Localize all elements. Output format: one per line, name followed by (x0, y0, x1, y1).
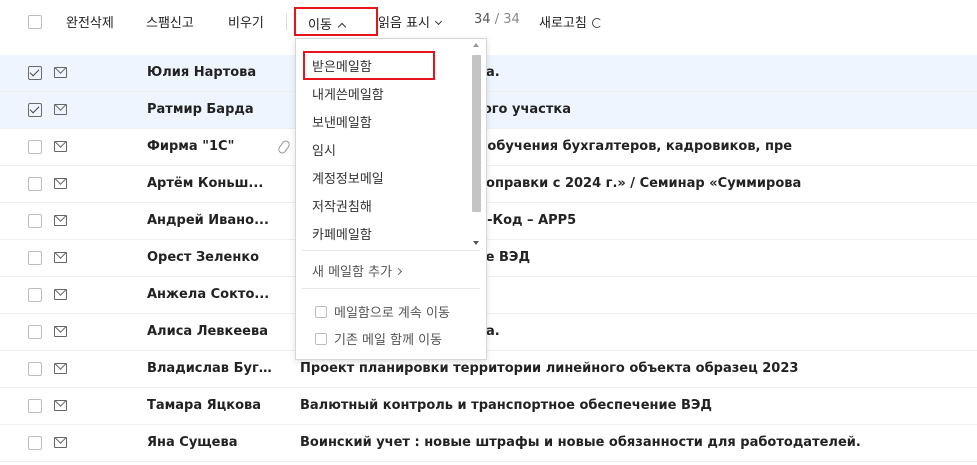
mail-sender[interactable]: Фирма "1С" (147, 139, 272, 154)
mail-checkbox[interactable] (28, 140, 42, 154)
mail-row[interactable]: Анжела Сокто......ления расходов и ОС. (0, 277, 977, 314)
continue-move-checkbox[interactable] (315, 306, 327, 318)
envelope-icon[interactable] (54, 104, 67, 115)
attachment-icon (276, 138, 292, 156)
mail-subject[interactable]: Воинский учет : новые штрафы и новые обя… (300, 435, 970, 450)
mail-sender[interactable]: Ратмир Барда (147, 102, 272, 117)
move-button[interactable]: 이동 (294, 7, 378, 36)
envelope-icon[interactable] (54, 400, 67, 411)
mail-count-separator: / (494, 12, 500, 27)
folder-item-cafe[interactable]: 카페메일함 (312, 224, 372, 243)
folder-item-inbox[interactable]: 받은메일함 (312, 56, 372, 75)
mail-count-total: 34 (503, 12, 520, 27)
mail-checkbox[interactable] (28, 251, 42, 265)
mark-read-label: 읽음 표시 (378, 16, 430, 31)
chevron-down-icon (434, 17, 443, 26)
scroll-up-arrow-icon[interactable] (473, 43, 479, 47)
option-continue-label: 메일함으로 계속 이동 (334, 306, 450, 321)
envelope-icon[interactable] (54, 252, 67, 263)
mail-row[interactable]: Артём Коньш... ...смотры. Ожидаемые попра… (0, 166, 977, 203)
scrollbar-thumb[interactable] (472, 55, 481, 212)
folder-item-copyright[interactable]: 저작권침해 (312, 196, 372, 215)
menu-divider (302, 250, 480, 251)
mail-sender[interactable]: Владислав Буг... (147, 361, 272, 376)
mail-sender[interactable]: Юлия Нартова (147, 65, 272, 80)
mail-sender[interactable]: Андрей Ивано... (147, 213, 272, 228)
folder-item-drafts[interactable]: 임시 (312, 140, 336, 159)
mail-subject[interactable]: Проект планировки территории линейного о… (300, 361, 970, 376)
mail-checkbox[interactable] (28, 103, 42, 117)
mail-checkbox[interactable] (28, 288, 42, 302)
refresh-icon (591, 18, 602, 28)
mail-sender[interactable]: Алиса Левкеева (147, 324, 272, 339)
option-move-existing[interactable]: 기존 메일 함께 이동 (315, 329, 442, 348)
mail-checkbox[interactable] (28, 362, 42, 376)
envelope-icon[interactable] (54, 178, 67, 189)
mail-subject[interactable]: Валютный контроль и транспортное обеспеч… (300, 398, 970, 413)
report-spam-button[interactable]: 스팸신고 (146, 12, 194, 31)
mail-row[interactable]: Владислав Буг... Проект планировки террит… (0, 351, 977, 388)
option-continue-move[interactable]: 메일함으로 계속 이동 (315, 302, 450, 321)
mail-count: 34 / 34 (474, 12, 520, 27)
menu-divider (302, 288, 480, 289)
folder-list: 받은메일함 내게쓴메일함 보낸메일함 임시 계정정보메일 저작권침해 카페메일함 (296, 39, 470, 247)
mail-row[interactable]: Тамара Яцкова Валютный контроль и транспо… (0, 388, 977, 425)
move-button-label: 이동 (308, 18, 332, 33)
envelope-icon[interactable] (54, 289, 67, 300)
chevron-up-icon (337, 22, 347, 32)
mail-row[interactable]: Яна Сущева Воинский учет : новые штрафы и… (0, 425, 977, 462)
envelope-icon[interactable] (54, 363, 67, 374)
mail-checkbox[interactable] (28, 66, 42, 80)
empty-button[interactable]: 비우기 (228, 12, 264, 31)
mail-sender[interactable]: Артём Коньш... (147, 176, 272, 191)
mail-sender[interactable]: Яна Сущева (147, 435, 272, 450)
chevron-right-icon (394, 267, 403, 276)
mail-sender[interactable]: Тамара Яцкова (147, 398, 272, 413)
toolbar-divider (286, 14, 287, 30)
envelope-icon[interactable] (54, 437, 67, 448)
mail-row[interactable]: Фирма "1С" ...ТЫ" для поддержки и обучени… (0, 129, 977, 166)
move-dropdown-menu: 받은메일함 내게쓴메일함 보낸메일함 임시 계정정보메일 저작권침해 카페메일함… (295, 38, 487, 360)
mail-checkbox[interactable] (28, 214, 42, 228)
select-all-checkbox[interactable] (28, 15, 42, 29)
envelope-icon[interactable] (54, 67, 67, 78)
folder-item-self-sent[interactable]: 내게쓴메일함 (312, 84, 384, 103)
mail-checkbox[interactable] (28, 177, 42, 191)
mail-row[interactable]: Юлия Нартова...брого мальчика Артема. (0, 55, 977, 92)
mail-sender[interactable]: Орест Зеленко (147, 250, 272, 265)
option-move-existing-label: 기존 메일 함께 이동 (334, 333, 443, 348)
delete-permanently-button[interactable]: 완전삭제 (66, 12, 114, 31)
refresh-button[interactable]: 새로고침 (539, 12, 602, 31)
scroll-down-arrow-icon[interactable] (473, 241, 479, 245)
toolbar: 완전삭제 스팸신고 비우기 이동 읽음 표시 34 / 34 새로고침 (0, 0, 977, 44)
mail-list: Юлия Нартова...брого мальчика Артема.Рат… (0, 55, 977, 462)
mail-row[interactable]: Орест Зеленко...нспортное обеспечение ВЭ… (0, 240, 977, 277)
mail-checkbox[interactable] (28, 399, 42, 413)
mail-row[interactable]: Алиса Левкеева...брого мальчика Артема. (0, 314, 977, 351)
envelope-icon[interactable] (54, 215, 67, 226)
mail-checkbox[interactable] (28, 325, 42, 339)
mail-checkbox[interactable] (28, 436, 42, 450)
envelope-icon[interactable] (54, 141, 67, 152)
envelope-icon[interactable] (54, 326, 67, 337)
refresh-label: 새로고침 (539, 16, 587, 31)
folder-item-sent[interactable]: 보낸메일함 (312, 112, 372, 131)
mail-row[interactable]: Ратмир Барда...льного плана земельного у… (0, 92, 977, 129)
add-folder-label: 새 메일함 추가 (312, 265, 393, 280)
add-folder-button[interactable]: 새 메일함 추가 (312, 261, 403, 280)
move-existing-checkbox[interactable] (315, 333, 327, 345)
folder-list-scrollbar[interactable] (471, 41, 483, 247)
mail-row[interactable]: Андрей Ивано......йеры. Тиабары. Промо-К… (0, 203, 977, 240)
folder-item-account-info[interactable]: 계정정보메일 (312, 168, 384, 187)
mail-sender[interactable]: Анжела Сокто... (147, 287, 272, 302)
mark-read-button[interactable]: 읽음 표시 (378, 12, 443, 31)
mail-count-current: 34 (474, 12, 491, 27)
